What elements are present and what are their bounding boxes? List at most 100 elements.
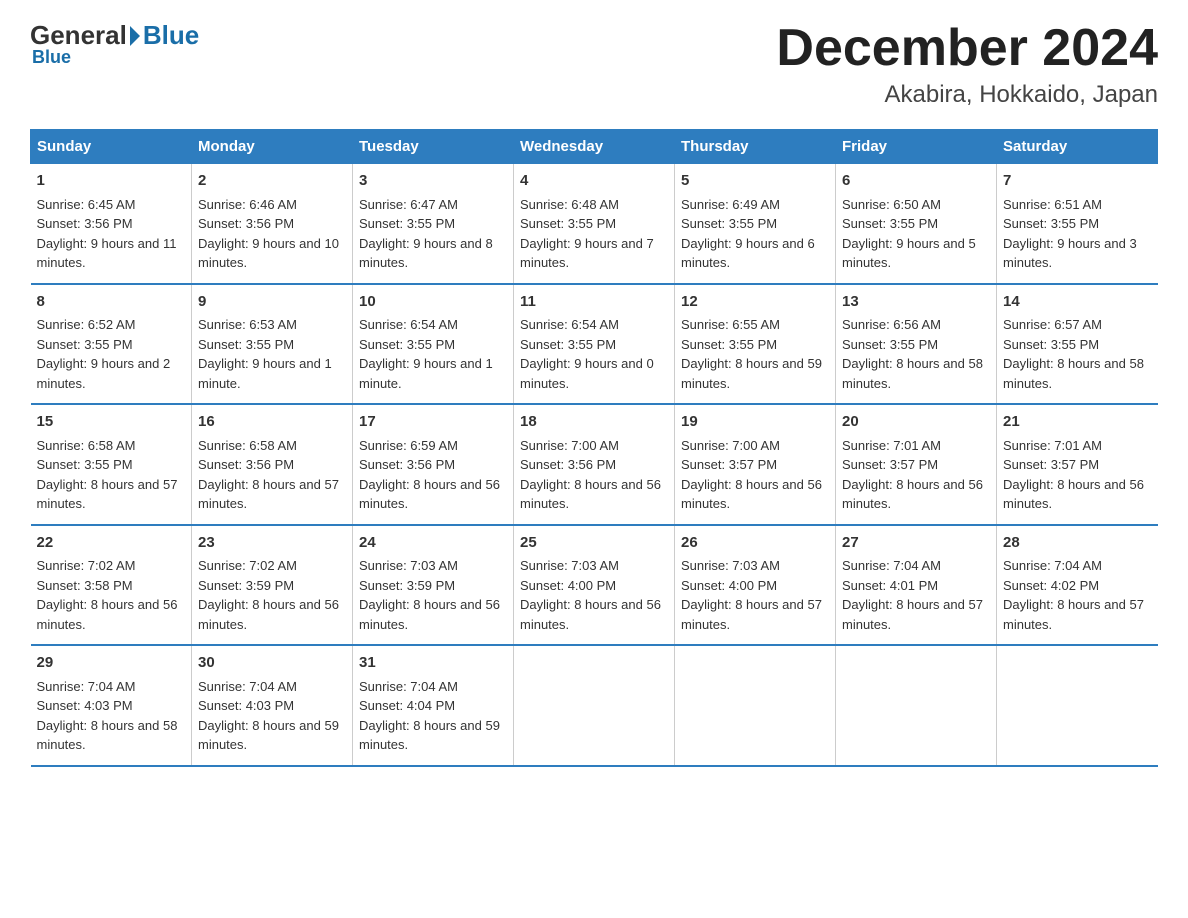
daylight-text: Daylight: 8 hours and 56 minutes.: [359, 477, 500, 512]
sunset-text: Sunset: 3:55 PM: [359, 337, 455, 352]
sunset-text: Sunset: 3:55 PM: [842, 216, 938, 231]
day-header-wednesday: Wednesday: [514, 130, 675, 164]
sunrise-text: Sunrise: 6:54 AM: [359, 317, 458, 332]
daylight-text: Daylight: 8 hours and 59 minutes.: [681, 356, 822, 391]
day-number: 15: [37, 411, 186, 434]
sunrise-text: Sunrise: 7:04 AM: [198, 679, 297, 694]
sunset-text: Sunset: 4:04 PM: [359, 698, 455, 713]
sunset-text: Sunset: 4:02 PM: [1003, 578, 1099, 593]
sunrise-text: Sunrise: 6:48 AM: [520, 197, 619, 212]
daylight-text: Daylight: 8 hours and 56 minutes.: [198, 597, 339, 632]
daylight-text: Daylight: 9 hours and 6 minutes.: [681, 236, 815, 271]
sunset-text: Sunset: 3:56 PM: [198, 457, 294, 472]
day-number: 12: [681, 291, 829, 314]
calendar-cell: 13 Sunrise: 6:56 AM Sunset: 3:55 PM Dayl…: [836, 284, 997, 405]
sunrise-text: Sunrise: 6:52 AM: [37, 317, 136, 332]
day-number: 13: [842, 291, 990, 314]
sunset-text: Sunset: 4:03 PM: [37, 698, 133, 713]
logo: General Blue Blue: [30, 20, 199, 68]
sunset-text: Sunset: 3:55 PM: [37, 457, 133, 472]
sunrise-text: Sunrise: 7:02 AM: [198, 558, 297, 573]
daylight-text: Daylight: 8 hours and 56 minutes.: [842, 477, 983, 512]
sunrise-text: Sunrise: 6:50 AM: [842, 197, 941, 212]
sunset-text: Sunset: 3:56 PM: [37, 216, 133, 231]
week-row-4: 22 Sunrise: 7:02 AM Sunset: 3:58 PM Dayl…: [31, 525, 1158, 646]
sunset-text: Sunset: 4:00 PM: [681, 578, 777, 593]
sunset-text: Sunset: 4:03 PM: [198, 698, 294, 713]
month-title: December 2024: [776, 20, 1158, 77]
sunset-text: Sunset: 3:57 PM: [1003, 457, 1099, 472]
sunrise-text: Sunrise: 7:03 AM: [520, 558, 619, 573]
calendar-cell: 4 Sunrise: 6:48 AM Sunset: 3:55 PM Dayli…: [514, 164, 675, 284]
calendar-cell: 17 Sunrise: 6:59 AM Sunset: 3:56 PM Dayl…: [353, 404, 514, 525]
day-header-saturday: Saturday: [997, 130, 1158, 164]
calendar-cell: 15 Sunrise: 6:58 AM Sunset: 3:55 PM Dayl…: [31, 404, 192, 525]
sunrise-text: Sunrise: 7:01 AM: [842, 438, 941, 453]
day-number: 23: [198, 532, 346, 555]
day-number: 4: [520, 170, 668, 193]
calendar-cell: 19 Sunrise: 7:00 AM Sunset: 3:57 PM Dayl…: [675, 404, 836, 525]
sunrise-text: Sunrise: 6:58 AM: [37, 438, 136, 453]
daylight-text: Daylight: 8 hours and 59 minutes.: [198, 718, 339, 753]
sunset-text: Sunset: 3:58 PM: [37, 578, 133, 593]
sunrise-text: Sunrise: 6:47 AM: [359, 197, 458, 212]
daylight-text: Daylight: 9 hours and 1 minute.: [198, 356, 332, 391]
calendar-cell: 24 Sunrise: 7:03 AM Sunset: 3:59 PM Dayl…: [353, 525, 514, 646]
day-number: 19: [681, 411, 829, 434]
sunset-text: Sunset: 3:55 PM: [359, 216, 455, 231]
calendar-cell: 21 Sunrise: 7:01 AM Sunset: 3:57 PM Dayl…: [997, 404, 1158, 525]
day-number: 3: [359, 170, 507, 193]
sunrise-text: Sunrise: 7:04 AM: [1003, 558, 1102, 573]
sunrise-text: Sunrise: 7:04 AM: [359, 679, 458, 694]
calendar-cell: 22 Sunrise: 7:02 AM Sunset: 3:58 PM Dayl…: [31, 525, 192, 646]
day-header-monday: Monday: [192, 130, 353, 164]
day-number: 11: [520, 291, 668, 314]
sunset-text: Sunset: 3:55 PM: [1003, 337, 1099, 352]
calendar-cell: 16 Sunrise: 6:58 AM Sunset: 3:56 PM Dayl…: [192, 404, 353, 525]
daylight-text: Daylight: 9 hours and 10 minutes.: [198, 236, 339, 271]
sunset-text: Sunset: 3:59 PM: [359, 578, 455, 593]
daylight-text: Daylight: 8 hours and 57 minutes.: [37, 477, 178, 512]
day-header-tuesday: Tuesday: [353, 130, 514, 164]
day-header-friday: Friday: [836, 130, 997, 164]
daylight-text: Daylight: 8 hours and 57 minutes.: [198, 477, 339, 512]
day-number: 10: [359, 291, 507, 314]
calendar-cell: 14 Sunrise: 6:57 AM Sunset: 3:55 PM Dayl…: [997, 284, 1158, 405]
calendar-cell: [514, 645, 675, 766]
day-number: 29: [37, 652, 186, 675]
calendar-cell: 20 Sunrise: 7:01 AM Sunset: 3:57 PM Dayl…: [836, 404, 997, 525]
week-row-2: 8 Sunrise: 6:52 AM Sunset: 3:55 PM Dayli…: [31, 284, 1158, 405]
day-number: 2: [198, 170, 346, 193]
calendar-cell: 27 Sunrise: 7:04 AM Sunset: 4:01 PM Dayl…: [836, 525, 997, 646]
daylight-text: Daylight: 8 hours and 56 minutes.: [1003, 477, 1144, 512]
calendar-cell: 10 Sunrise: 6:54 AM Sunset: 3:55 PM Dayl…: [353, 284, 514, 405]
sunrise-text: Sunrise: 6:59 AM: [359, 438, 458, 453]
daylight-text: Daylight: 9 hours and 0 minutes.: [520, 356, 654, 391]
sunset-text: Sunset: 3:56 PM: [359, 457, 455, 472]
sunrise-text: Sunrise: 6:55 AM: [681, 317, 780, 332]
calendar-cell: 30 Sunrise: 7:04 AM Sunset: 4:03 PM Dayl…: [192, 645, 353, 766]
daylight-text: Daylight: 8 hours and 56 minutes.: [520, 597, 661, 632]
calendar-table: SundayMondayTuesdayWednesdayThursdayFrid…: [30, 129, 1158, 767]
sunset-text: Sunset: 3:56 PM: [520, 457, 616, 472]
daylight-text: Daylight: 8 hours and 57 minutes.: [681, 597, 822, 632]
day-number: 21: [1003, 411, 1152, 434]
day-number: 9: [198, 291, 346, 314]
daylight-text: Daylight: 9 hours and 5 minutes.: [842, 236, 976, 271]
day-number: 14: [1003, 291, 1152, 314]
sunrise-text: Sunrise: 6:53 AM: [198, 317, 297, 332]
sunset-text: Sunset: 4:01 PM: [842, 578, 938, 593]
calendar-cell: [675, 645, 836, 766]
sunrise-text: Sunrise: 7:04 AM: [37, 679, 136, 694]
daylight-text: Daylight: 8 hours and 57 minutes.: [842, 597, 983, 632]
calendar-cell: 2 Sunrise: 6:46 AM Sunset: 3:56 PM Dayli…: [192, 164, 353, 284]
sunset-text: Sunset: 3:55 PM: [37, 337, 133, 352]
day-number: 20: [842, 411, 990, 434]
sunset-text: Sunset: 3:57 PM: [842, 457, 938, 472]
day-number: 18: [520, 411, 668, 434]
day-number: 17: [359, 411, 507, 434]
daylight-text: Daylight: 9 hours and 11 minutes.: [37, 236, 177, 271]
sunrise-text: Sunrise: 7:04 AM: [842, 558, 941, 573]
daylight-text: Daylight: 8 hours and 58 minutes.: [842, 356, 983, 391]
calendar-cell: 12 Sunrise: 6:55 AM Sunset: 3:55 PM Dayl…: [675, 284, 836, 405]
